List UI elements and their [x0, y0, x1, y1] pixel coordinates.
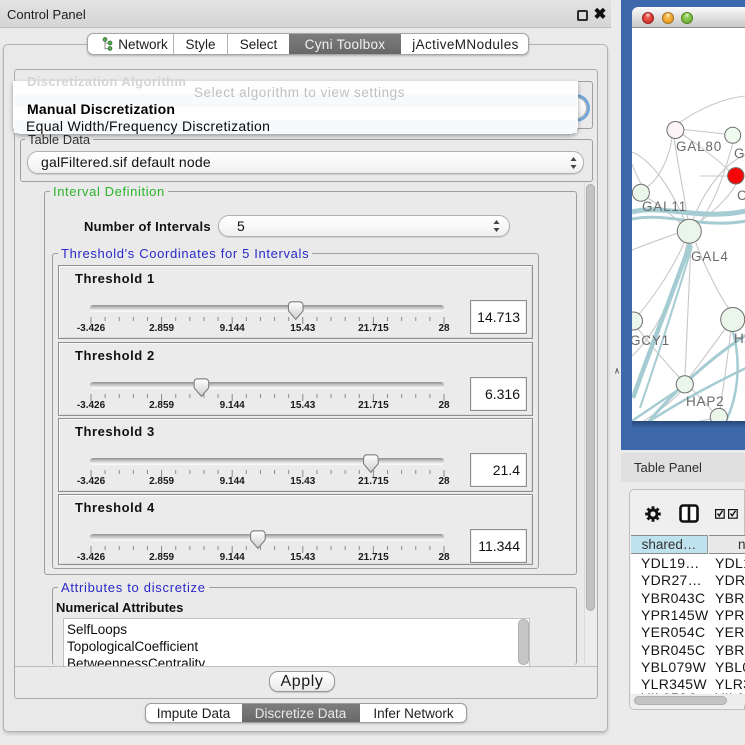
- svg-text:GA: GA: [734, 146, 745, 161]
- svg-text:HA: HA: [734, 331, 745, 346]
- svg-text:GCY1: GCY1: [632, 333, 670, 348]
- svg-text:HAP2: HAP2: [686, 394, 724, 409]
- svg-text:GAL11: GAL11: [642, 199, 687, 214]
- svg-text:C: C: [737, 188, 745, 203]
- svg-text:GAL80: GAL80: [676, 139, 722, 154]
- svg-text:GAL4: GAL4: [691, 249, 729, 264]
